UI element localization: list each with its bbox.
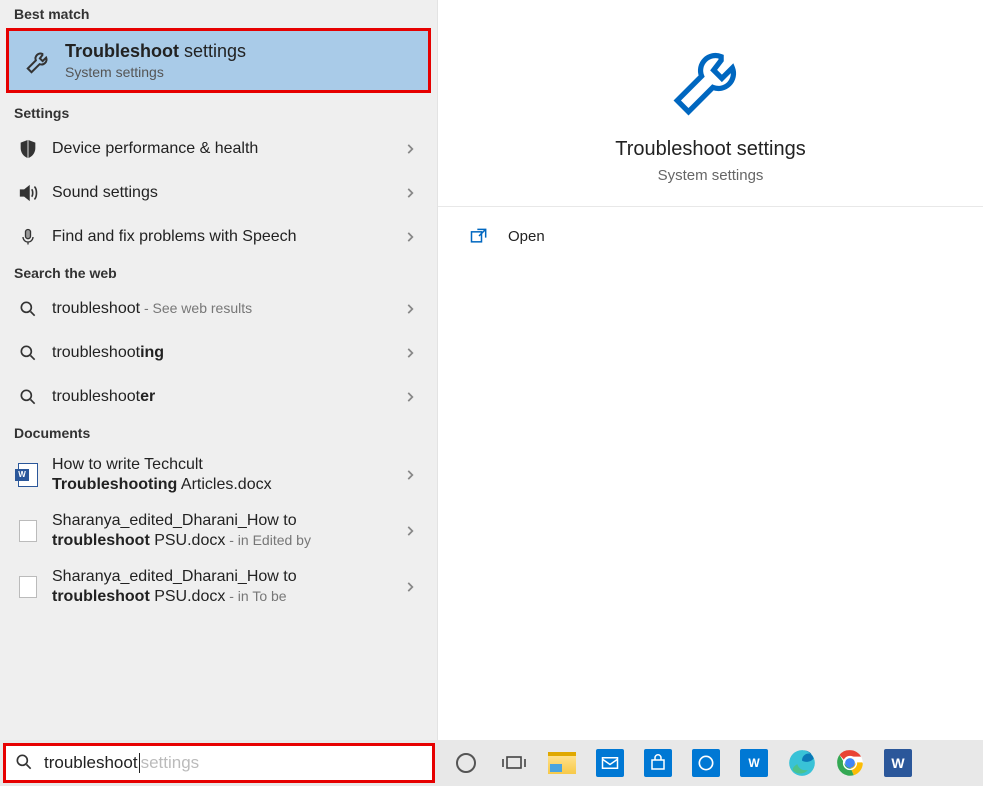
search-icon <box>14 383 42 411</box>
search-results-pane: Best match Troubleshoot settings System … <box>0 0 438 740</box>
section-header-best-match: Best match <box>0 0 437 28</box>
wrench-icon <box>23 45 55 77</box>
word-online-icon[interactable]: W <box>737 746 771 780</box>
mic-icon <box>14 223 42 251</box>
word-icon[interactable]: W <box>881 746 915 780</box>
best-match-result[interactable]: Troubleshoot settings System settings <box>6 28 431 93</box>
web-item-troubleshooter[interactable]: troubleshooter <box>0 375 437 419</box>
sound-icon <box>14 179 42 207</box>
best-match-subtitle: System settings <box>65 64 246 80</box>
settings-item-speech[interactable]: Find and fix problems with Speech <box>0 215 437 259</box>
search-input[interactable]: troubleshoot settings <box>3 743 435 783</box>
file-icon <box>14 517 42 545</box>
search-text: troubleshoot settings <box>44 753 199 773</box>
best-match-title: Troubleshoot settings <box>65 41 246 62</box>
settings-item-label: Sound settings <box>52 183 403 203</box>
taskbar-icons: W W <box>449 746 915 780</box>
dell-icon[interactable] <box>689 746 723 780</box>
open-label: Open <box>508 228 545 245</box>
text-caret <box>139 753 140 773</box>
section-header-search-web: Search the web <box>0 259 437 287</box>
word-doc-icon: W <box>14 461 42 489</box>
search-icon <box>14 339 42 367</box>
search-icon <box>14 295 42 323</box>
chevron-right-icon <box>403 346 423 360</box>
chevron-right-icon <box>403 468 423 482</box>
web-list: troubleshoot - See web results troublesh… <box>0 287 437 419</box>
preview-subtitle: System settings <box>658 167 764 184</box>
document-item[interactable]: W How to write Techcult Troubleshooting … <box>0 447 437 503</box>
settings-item-sound[interactable]: Sound settings <box>0 171 437 215</box>
chevron-right-icon <box>403 142 423 156</box>
document-item-label: Sharanya_edited_Dharani_How to troublesh… <box>52 567 403 607</box>
best-match-text: Troubleshoot settings System settings <box>65 41 246 80</box>
store-icon[interactable] <box>641 746 675 780</box>
section-header-documents: Documents <box>0 419 437 447</box>
chevron-right-icon <box>403 580 423 594</box>
shield-icon <box>14 135 42 163</box>
taskview-icon[interactable] <box>497 746 531 780</box>
open-action[interactable]: Open <box>438 207 983 265</box>
open-icon <box>468 225 490 247</box>
web-item-label: troubleshoot - See web results <box>52 299 403 319</box>
chevron-right-icon <box>403 230 423 244</box>
edge-icon[interactable] <box>785 746 819 780</box>
cortana-icon[interactable] <box>449 746 483 780</box>
document-item-label: Sharanya_edited_Dharani_How to troublesh… <box>52 511 403 551</box>
preview-pane: Troubleshoot settings System settings Op… <box>438 0 983 786</box>
section-header-settings: Settings <box>0 99 437 127</box>
chrome-icon[interactable] <box>833 746 867 780</box>
web-item-label: troubleshooter <box>52 387 403 407</box>
document-item-label: How to write Techcult Troubleshooting Ar… <box>52 455 403 495</box>
document-item[interactable]: Sharanya_edited_Dharani_How to troublesh… <box>0 559 437 615</box>
preview-header: Troubleshoot settings System settings <box>438 0 983 207</box>
settings-item-label: Device performance & health <box>52 139 403 159</box>
web-item-troubleshooting[interactable]: troubleshooting <box>0 331 437 375</box>
chevron-right-icon <box>403 186 423 200</box>
settings-list: Device performance & health Sound settin… <box>0 127 437 259</box>
wrench-icon <box>663 30 759 126</box>
chevron-right-icon <box>403 302 423 316</box>
web-item-troubleshoot[interactable]: troubleshoot - See web results <box>0 287 437 331</box>
chevron-right-icon <box>403 390 423 404</box>
document-item[interactable]: Sharanya_edited_Dharani_How to troublesh… <box>0 503 437 559</box>
file-icon <box>14 573 42 601</box>
web-item-label: troubleshooting <box>52 343 403 363</box>
mail-icon[interactable] <box>593 746 627 780</box>
taskbar-strip: troubleshoot settings <box>0 740 983 786</box>
search-icon <box>14 752 36 774</box>
settings-item-device-performance[interactable]: Device performance & health <box>0 127 437 171</box>
chevron-right-icon <box>403 524 423 538</box>
documents-list: W How to write Techcult Troubleshooting … <box>0 447 437 615</box>
settings-item-label: Find and fix problems with Speech <box>52 227 403 247</box>
file-explorer-icon[interactable] <box>545 746 579 780</box>
preview-title: Troubleshoot settings <box>615 138 805 161</box>
